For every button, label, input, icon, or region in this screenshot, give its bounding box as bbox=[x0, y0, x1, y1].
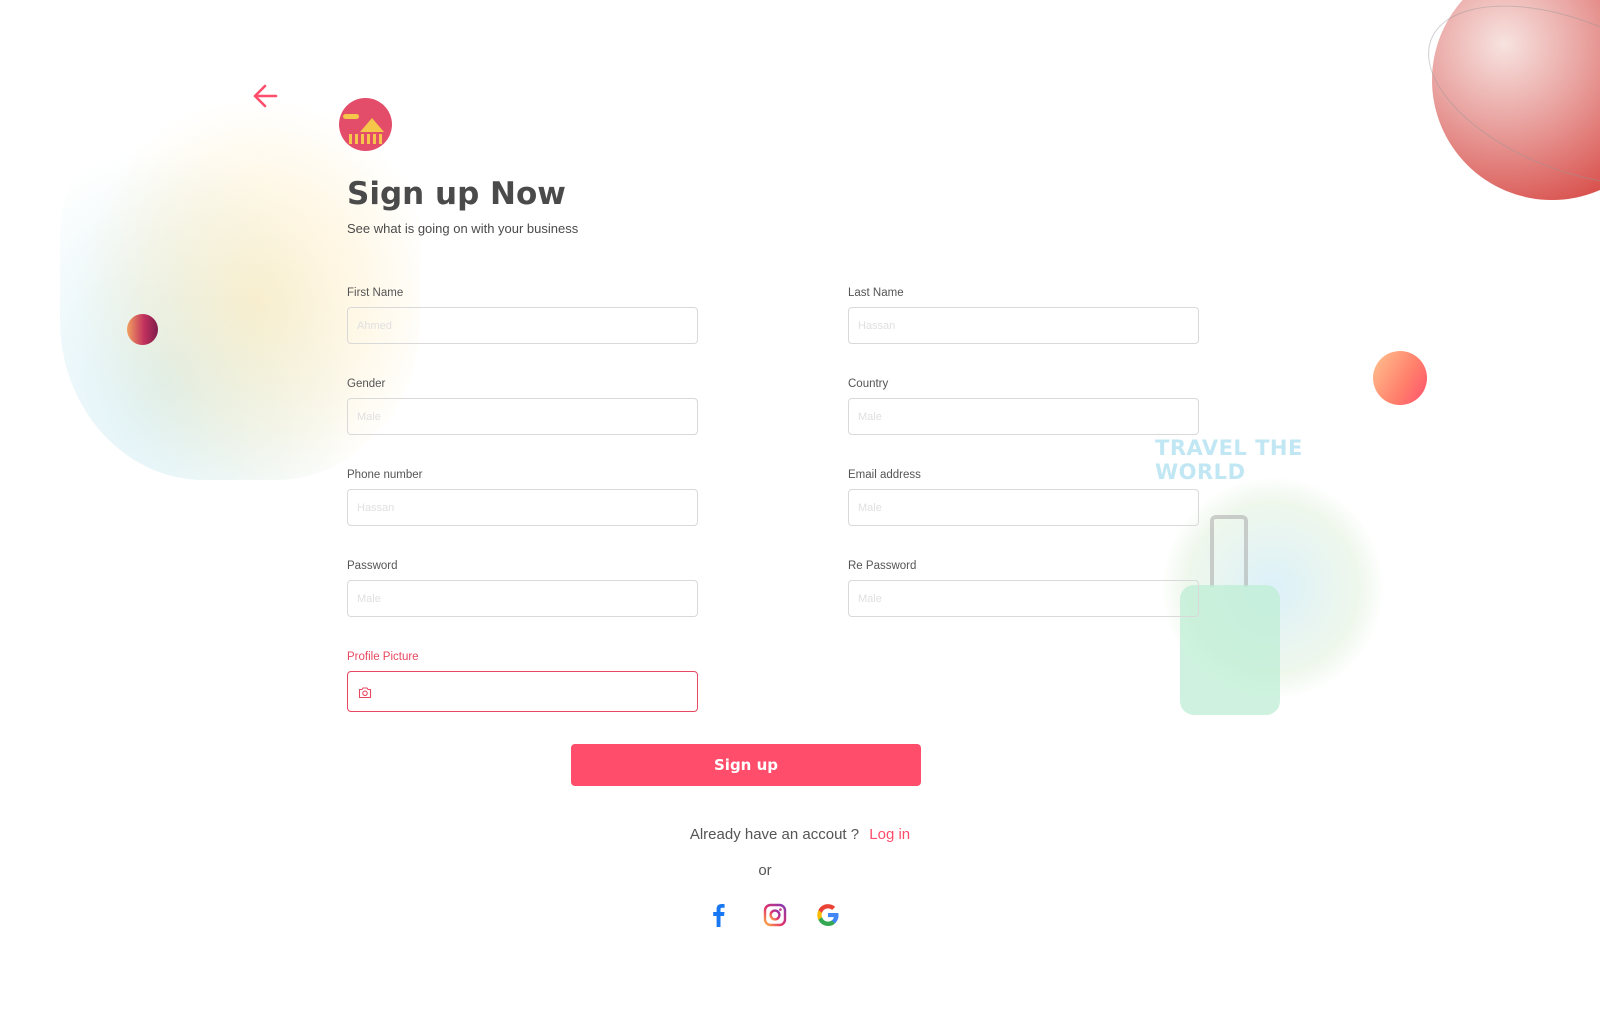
re-password-label: Re Password bbox=[848, 560, 917, 572]
facebook-login-button[interactable] bbox=[706, 902, 732, 928]
google-login-button[interactable] bbox=[815, 902, 841, 928]
email-input[interactable] bbox=[848, 489, 1199, 526]
email-label: Email address bbox=[848, 469, 921, 481]
re-password-field: Re Password bbox=[848, 560, 1199, 617]
password-label: Password bbox=[347, 560, 398, 572]
page-title: Sign up Now bbox=[347, 176, 566, 212]
camera-icon bbox=[358, 687, 372, 699]
login-prompt-text: Already have an accout ? bbox=[689, 826, 860, 843]
country-label: Country bbox=[848, 378, 889, 390]
phone-label: Phone number bbox=[347, 469, 423, 481]
phone-field: Phone number bbox=[347, 469, 698, 526]
gender-label: Gender bbox=[347, 378, 386, 390]
profile-picture-field: Profile Picture bbox=[347, 651, 698, 712]
google-icon bbox=[817, 904, 839, 926]
orb-decoration-left bbox=[127, 314, 158, 345]
planet-decoration bbox=[1432, 0, 1600, 200]
gender-field: Gender bbox=[347, 378, 698, 435]
logo-cloud-shape bbox=[343, 114, 359, 119]
re-password-input[interactable] bbox=[848, 580, 1199, 617]
instagram-icon bbox=[763, 903, 787, 927]
first-name-label: First Name bbox=[347, 287, 404, 299]
or-divider-text: or bbox=[758, 862, 772, 879]
country-input[interactable] bbox=[848, 398, 1199, 435]
logo-icon bbox=[339, 98, 392, 151]
gender-input[interactable] bbox=[347, 398, 698, 435]
country-field: Country bbox=[848, 378, 1199, 435]
logo bbox=[339, 98, 397, 160]
login-prompt-line: Already have an accout ? Log in bbox=[0, 826, 1600, 843]
orb-decoration-right bbox=[1373, 351, 1427, 405]
signup-button[interactable]: Sign up bbox=[571, 744, 921, 786]
instagram-login-button[interactable] bbox=[762, 902, 788, 928]
logo-bars-shape bbox=[349, 134, 383, 144]
last-name-field: Last Name bbox=[848, 287, 1199, 344]
facebook-icon bbox=[713, 904, 725, 927]
first-name-input[interactable] bbox=[347, 307, 698, 344]
password-input[interactable] bbox=[347, 580, 698, 617]
planet-ring-decoration bbox=[1402, 0, 1600, 221]
login-link[interactable]: Log in bbox=[869, 826, 910, 843]
back-button[interactable] bbox=[250, 80, 282, 112]
phone-input[interactable] bbox=[347, 489, 698, 526]
password-field: Password bbox=[347, 560, 698, 617]
profile-picture-label: Profile Picture bbox=[347, 651, 419, 663]
arrow-left-icon bbox=[253, 84, 278, 108]
logo-pyramid-shape bbox=[360, 118, 384, 132]
page-subtitle: See what is going on with your business bbox=[347, 221, 579, 236]
profile-picture-upload[interactable] bbox=[347, 671, 698, 712]
email-field: Email address bbox=[848, 469, 1199, 526]
last-name-label: Last Name bbox=[848, 287, 904, 299]
last-name-input[interactable] bbox=[848, 307, 1199, 344]
suitcase-handle-decoration bbox=[1210, 515, 1248, 587]
first-name-field: First Name bbox=[347, 287, 698, 344]
